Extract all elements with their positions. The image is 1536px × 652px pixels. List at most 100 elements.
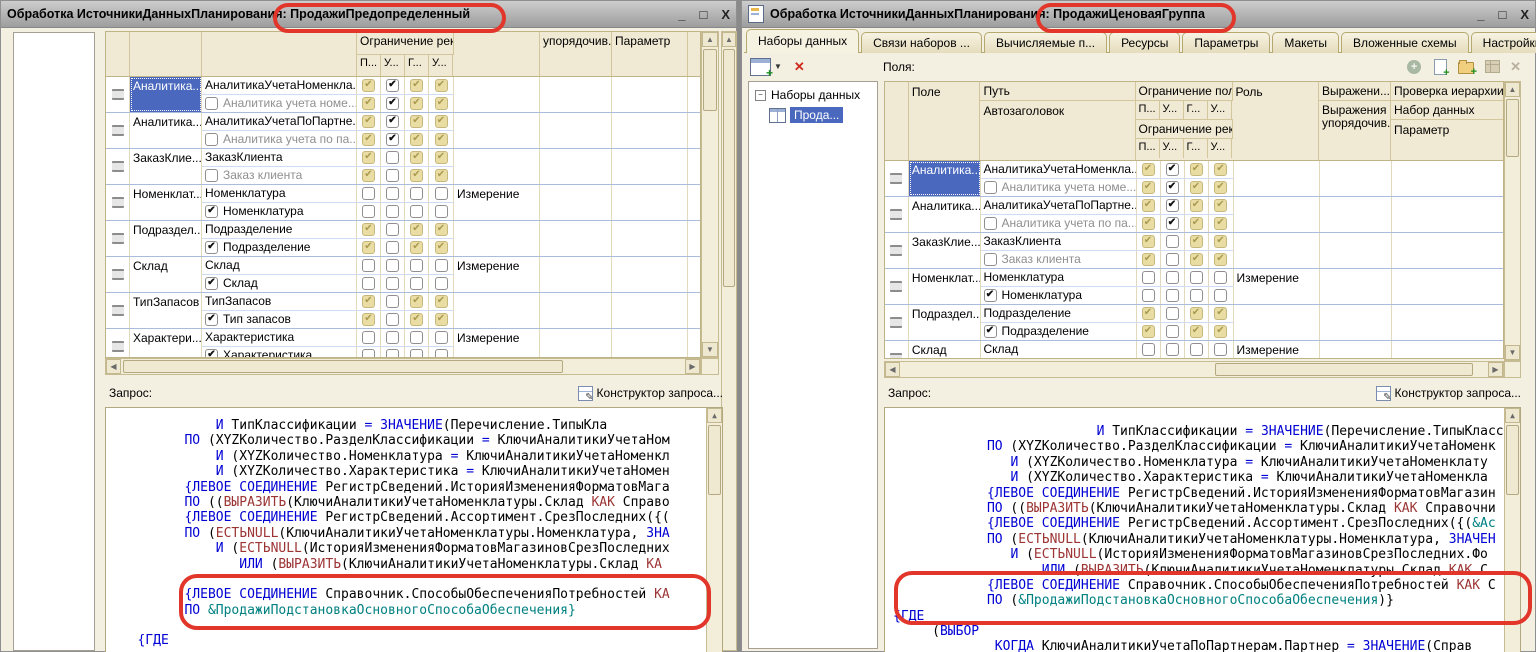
empty-cell[interactable]	[1320, 197, 1392, 232]
title-row[interactable]: ✔Подразделение✔✔✔✔	[981, 323, 1234, 340]
checkbox[interactable]: ✔	[410, 97, 423, 110]
datasets-tree-panel[interactable]	[13, 32, 95, 651]
table-row[interactable]: Номенклат...Номенклатура✔✔✔✔✔Номенклатур…	[106, 185, 700, 221]
chevron-down-icon[interactable]: ▼	[774, 62, 782, 71]
autotitle-cell[interactable]: ✔Подразделение	[981, 323, 1137, 340]
add-field-icon[interactable]: +	[1406, 59, 1422, 75]
tab-8[interactable]: Настройки	[1471, 32, 1536, 53]
scroll-right-icon[interactable]: ▶	[1488, 362, 1503, 377]
row-handle[interactable]	[885, 269, 909, 304]
field-name-cell[interactable]: Характери...	[130, 329, 202, 358]
autotitle-cell[interactable]: ✔Аналитика учета по па...	[202, 131, 357, 148]
table-row[interactable]: Номенклат...Номенклатура✔✔✔✔✔Номенклатур…	[885, 269, 1503, 305]
checkbox[interactable]: ✔	[1142, 199, 1155, 212]
checkbox[interactable]: ✔	[362, 223, 375, 236]
autotitle-cell[interactable]: ✔Характеристика	[202, 347, 357, 358]
title-row[interactable]: ✔Подразделение✔✔✔✔	[202, 239, 454, 256]
checkbox[interactable]: ✔	[1166, 271, 1179, 284]
checkbox[interactable]: ✔	[386, 223, 399, 236]
checkbox[interactable]: ✔	[984, 253, 997, 266]
checkbox[interactable]: ✔	[1166, 217, 1179, 230]
checkbox[interactable]: ✔	[984, 289, 997, 302]
checkbox[interactable]: ✔	[386, 151, 399, 164]
scroll-thumb[interactable]	[708, 425, 721, 495]
checkbox[interactable]: ✔	[205, 205, 218, 218]
checkbox[interactable]: ✔	[1190, 253, 1203, 266]
checkbox[interactable]: ✔	[1166, 289, 1179, 302]
field-name-cell[interactable]: Номенклат...	[130, 185, 202, 220]
checkbox[interactable]: ✔	[386, 349, 399, 358]
autotitle-cell[interactable]: ✔Подразделение	[202, 239, 357, 256]
checkbox[interactable]: ✔	[386, 205, 399, 218]
checkbox[interactable]: ✔	[1142, 289, 1155, 302]
field-name-cell[interactable]: Аналитика...	[909, 161, 981, 196]
checkbox[interactable]: ✔	[410, 115, 423, 128]
role-cell[interactable]	[454, 293, 540, 328]
table-row[interactable]: СкладСклад✔✔✔✔✔Склад✔✔✔✔Измерение	[106, 257, 700, 293]
checkbox[interactable]: ✔	[1190, 307, 1203, 320]
scroll-thumb[interactable]	[723, 49, 735, 287]
empty-cell[interactable]	[688, 293, 700, 328]
autotitle-cell[interactable]: ✔Аналитика учета номе...	[981, 179, 1137, 196]
close-button[interactable]: X	[721, 7, 730, 22]
checkbox[interactable]: ✔	[1142, 307, 1155, 320]
scroll-up-icon[interactable]: ▲	[1505, 408, 1520, 423]
checkbox[interactable]: ✔	[1166, 253, 1179, 266]
row-handle[interactable]	[106, 329, 130, 358]
empty-cell[interactable]	[612, 77, 688, 112]
tab-6[interactable]: Макеты	[1272, 32, 1339, 53]
field-name-cell[interactable]: Подраздел...	[909, 305, 981, 340]
autotitle-cell[interactable]: ✔Тип запасов	[202, 311, 357, 328]
delete-dataset-icon[interactable]: ✕	[794, 59, 805, 75]
path-cell[interactable]: Характеристика	[202, 329, 357, 346]
checkbox[interactable]: ✔	[435, 349, 448, 358]
checkbox[interactable]: ✔	[410, 169, 423, 182]
path-row[interactable]: Склад✔✔✔✔	[981, 341, 1234, 359]
add-table-icon[interactable]	[1484, 59, 1500, 75]
checkbox[interactable]: ✔	[362, 241, 375, 254]
empty-cell[interactable]	[540, 221, 612, 256]
left-window-titlebar[interactable]: Обработка ИсточникиДанныхПланирования: П…	[1, 1, 736, 28]
empty-cell[interactable]	[1320, 269, 1392, 304]
role-cell[interactable]	[1234, 161, 1321, 196]
checkbox[interactable]: ✔	[362, 349, 375, 358]
checkbox[interactable]: ✔	[410, 133, 423, 146]
scroll-thumb[interactable]	[1506, 425, 1519, 495]
checkbox[interactable]: ✔	[386, 313, 399, 326]
checkbox[interactable]: ✔	[386, 241, 399, 254]
checkbox[interactable]: ✔	[205, 97, 218, 110]
checkbox[interactable]: ✔	[1214, 289, 1227, 302]
table-row[interactable]: Подраздел...Подразделение✔✔✔✔✔Подразделе…	[885, 305, 1503, 341]
checkbox[interactable]: ✔	[435, 313, 448, 326]
checkbox[interactable]: ✔	[1190, 217, 1203, 230]
checkbox[interactable]: ✔	[386, 259, 399, 272]
empty-cell[interactable]	[540, 113, 612, 148]
table-row[interactable]: Аналитика...АналитикаУчетаНоменкла...✔✔✔…	[885, 161, 1503, 197]
role-cell[interactable]	[1234, 197, 1321, 232]
checkbox[interactable]: ✔	[362, 331, 375, 344]
tab-7[interactable]: Вложенные схемы	[1341, 32, 1469, 53]
row-handle[interactable]	[106, 149, 130, 184]
path-cell[interactable]: АналитикаУчетаПоПартне...	[202, 113, 357, 130]
table-row[interactable]: СкладСклад✔✔✔✔✔Склад✔✔✔✔Измерение	[885, 341, 1503, 359]
checkbox[interactable]: ✔	[1166, 181, 1179, 194]
query-builder-link[interactable]: Конструктор запроса...	[1376, 386, 1521, 401]
path-row[interactable]: Склад✔✔✔✔	[202, 257, 454, 275]
role-cell[interactable]	[454, 221, 540, 256]
row-handle[interactable]	[106, 77, 130, 112]
autotitle-cell[interactable]: ✔Склад	[202, 275, 357, 292]
empty-cell[interactable]	[1320, 341, 1392, 359]
table-row[interactable]: Характери...Характеристика ✔ ✔ ✔ ✔ ✔Характери…	[106, 329, 700, 358]
title-row[interactable]: ✔Номенклатура✔✔✔✔	[202, 203, 454, 220]
checkbox[interactable]: ✔	[362, 259, 375, 272]
path-cell[interactable]: Подразделение	[981, 305, 1137, 322]
checkbox[interactable]: ✔	[362, 187, 375, 200]
checkbox[interactable]: ✔	[1142, 343, 1155, 356]
checkbox[interactable]: ✔	[362, 151, 375, 164]
checkbox[interactable]: ✔	[386, 187, 399, 200]
maximize-button[interactable]: □	[699, 7, 707, 22]
path-cell[interactable]: Склад	[202, 257, 357, 274]
title-row[interactable]: ✔Склад✔✔✔✔	[202, 275, 454, 292]
query-editor[interactable]: И ТипКлассификации = ЗНАЧЕНИЕ(Перечислен…	[884, 407, 1521, 652]
path-row[interactable]: Номенклатура✔✔✔✔	[981, 269, 1234, 287]
